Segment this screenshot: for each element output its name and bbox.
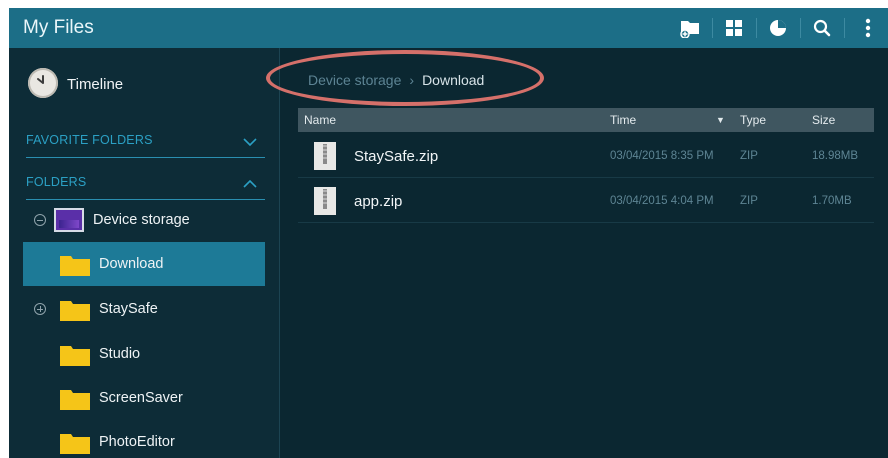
sidebar: Timeline FAVORITE FOLDERS FOLDERS Device… xyxy=(9,48,280,458)
column-type[interactable]: Type xyxy=(740,113,766,127)
toolbar-separator xyxy=(800,18,801,38)
toolbar-separator xyxy=(712,18,713,38)
file-size: 18.98MB xyxy=(812,150,859,162)
device-storage-icon xyxy=(54,208,84,232)
toolbar-separator xyxy=(844,18,845,38)
file-name: StaySafe.zip xyxy=(354,148,439,165)
table-row[interactable]: StaySafe.zip 03/04/2015 8:35 PM ZIP 18.9… xyxy=(298,133,874,178)
folder-label: PhotoEditor xyxy=(99,434,175,450)
breadcrumb-separator: › xyxy=(409,72,415,88)
timeline-label: Timeline xyxy=(67,76,124,93)
file-size: 1.70MB xyxy=(812,195,852,207)
sidebar-item-download[interactable]: Download xyxy=(23,242,265,286)
sort-descending-icon[interactable]: ▼ xyxy=(716,115,725,125)
folder-label: ScreenSaver xyxy=(99,390,183,406)
more-options-icon[interactable] xyxy=(848,8,888,48)
chevron-up-icon xyxy=(243,175,257,193)
file-time: 03/04/2015 8:35 PM xyxy=(610,150,714,162)
table-header: Name Time ▼ Type Size xyxy=(298,108,874,132)
file-time: 03/04/2015 4:04 PM xyxy=(610,195,714,207)
zip-file-icon xyxy=(314,187,336,220)
storage-usage-icon[interactable] xyxy=(758,8,798,48)
my-files-app: My Files Timeline FAVORITE FOLDERS FOLDE… xyxy=(9,8,888,458)
app-title: My Files xyxy=(23,17,94,38)
zip-file-icon xyxy=(314,142,336,175)
folder-label: Studio xyxy=(99,346,141,362)
sidebar-item-device-storage[interactable]: Device storage xyxy=(23,198,265,242)
breadcrumb-current: Download xyxy=(422,72,485,88)
timeline-item[interactable]: Timeline xyxy=(9,48,279,128)
folder-icon xyxy=(60,344,90,371)
collapse-icon[interactable] xyxy=(34,214,46,226)
search-icon[interactable] xyxy=(802,8,842,48)
chevron-down-icon xyxy=(243,133,257,151)
title-bar: My Files xyxy=(9,8,888,48)
toolbar-separator xyxy=(756,18,757,38)
file-type: ZIP xyxy=(740,150,758,162)
folders-section[interactable]: FOLDERS xyxy=(9,164,279,200)
file-type: ZIP xyxy=(740,195,758,207)
sidebar-item-staysafe[interactable]: StaySafe xyxy=(23,287,265,331)
sidebar-item-photoeditor[interactable]: PhotoEditor xyxy=(23,420,265,458)
breadcrumb: Device storage › Download xyxy=(308,72,484,88)
breadcrumb-device-storage[interactable]: Device storage xyxy=(308,72,401,88)
folder-icon xyxy=(60,388,90,415)
column-name[interactable]: Name xyxy=(304,113,336,127)
folder-icon xyxy=(60,299,90,326)
folder-label: Download xyxy=(99,256,164,272)
column-size[interactable]: Size xyxy=(812,113,835,127)
grid-view-icon[interactable] xyxy=(714,8,754,48)
new-folder-icon[interactable] xyxy=(670,8,710,48)
file-list-pane: Device storage › Download Name Time ▼ Type… xyxy=(266,48,888,458)
folders-label: FOLDERS xyxy=(26,175,87,189)
table-row[interactable]: app.zip 03/04/2015 4:04 PM ZIP 1.70MB xyxy=(298,178,874,223)
sidebar-item-studio[interactable]: Studio xyxy=(23,332,265,376)
favorite-folders-label: FAVORITE FOLDERS xyxy=(26,133,153,147)
folder-icon xyxy=(60,432,90,458)
folder-label: StaySafe xyxy=(99,301,158,317)
folder-icon xyxy=(60,254,90,281)
sidebar-item-screensaver[interactable]: ScreenSaver xyxy=(23,376,265,420)
section-divider xyxy=(26,157,265,158)
device-storage-label: Device storage xyxy=(93,212,190,228)
clock-icon xyxy=(28,68,58,98)
column-time[interactable]: Time xyxy=(610,113,636,127)
expand-icon[interactable] xyxy=(34,303,46,315)
file-name: app.zip xyxy=(354,193,403,210)
favorite-folders-section[interactable]: FAVORITE FOLDERS xyxy=(9,122,279,158)
